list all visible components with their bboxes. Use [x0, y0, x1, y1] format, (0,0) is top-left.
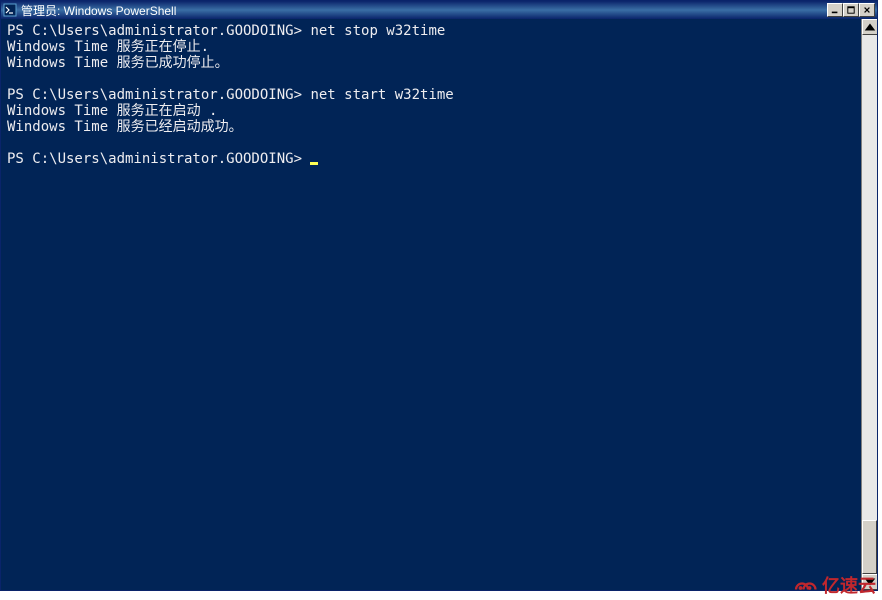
minimize-button[interactable]: [827, 3, 843, 17]
cursor: [310, 162, 318, 165]
output-text: Windows Time 服务正在停止.: [7, 39, 209, 55]
scroll-track[interactable]: [862, 35, 877, 574]
terminal-line: PS C:\Users\administrator.GOODOING> net …: [7, 23, 871, 39]
app-icon: [3, 3, 17, 17]
powershell-window: 管理员: Windows PowerShell PS C:\Users\admi…: [0, 0, 878, 591]
command-text: net start w32time: [310, 87, 453, 103]
scroll-down-button[interactable]: [862, 574, 877, 590]
scroll-up-button[interactable]: [862, 19, 877, 35]
vertical-scrollbar: [861, 19, 877, 590]
maximize-button[interactable]: [843, 3, 859, 17]
titlebar[interactable]: 管理员: Windows PowerShell: [1, 1, 877, 19]
window-title: 管理员: Windows PowerShell: [21, 2, 827, 19]
prompt: PS C:\Users\administrator.GOODOING>: [7, 87, 310, 103]
terminal-line: Windows Time 服务已经启动成功。: [7, 119, 871, 135]
terminal-line: Windows Time 服务正在停止.: [7, 39, 871, 55]
terminal-line: PS C:\Users\administrator.GOODOING>: [7, 151, 871, 167]
output-text: Windows Time 服务正在启动 .: [7, 103, 217, 119]
terminal-line: Windows Time 服务正在启动 .: [7, 103, 871, 119]
terminal-area[interactable]: PS C:\Users\administrator.GOODOING> net …: [1, 19, 877, 590]
window-controls: [827, 3, 875, 17]
output-text: Windows Time 服务已成功停止。: [7, 55, 229, 71]
terminal-line: [7, 135, 871, 151]
terminal-content: PS C:\Users\administrator.GOODOING> net …: [7, 23, 871, 183]
terminal-line: Windows Time 服务已成功停止。: [7, 55, 871, 71]
output-text: Windows Time 服务已经启动成功。: [7, 119, 243, 135]
prompt: PS C:\Users\administrator.GOODOING>: [7, 23, 310, 39]
scroll-thumb[interactable]: [862, 520, 877, 574]
command-text: net stop w32time: [310, 23, 445, 39]
prompt: PS C:\Users\administrator.GOODOING>: [7, 151, 310, 167]
close-button[interactable]: [859, 3, 875, 17]
terminal-line: PS C:\Users\administrator.GOODOING> net …: [7, 87, 871, 103]
terminal-line: [7, 71, 871, 87]
terminal-line: [7, 167, 871, 183]
